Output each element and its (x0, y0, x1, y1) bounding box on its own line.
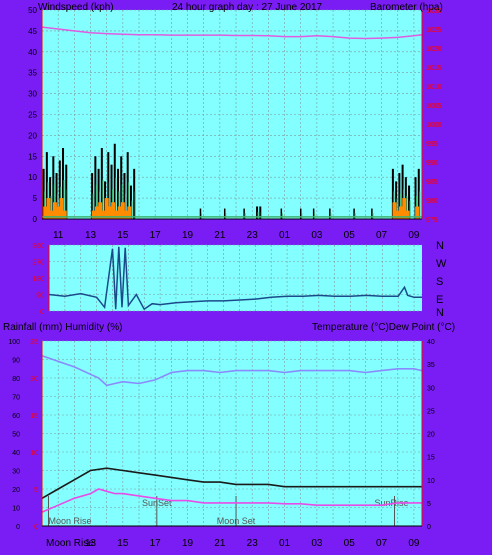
wind-time-tick-label: 19 (182, 230, 194, 241)
wind-time-tick-label: 09 (408, 230, 420, 241)
wind-left-tick-label: 25 (28, 111, 37, 120)
wind-left-tick-label: 35 (28, 69, 37, 78)
wind-time-tick-label: 01 (279, 230, 291, 241)
temp-time-tick-label: 01 (279, 538, 291, 549)
humidity-tick-label: 50 (12, 432, 20, 439)
barometer-right-tick-label: 1015 (426, 65, 442, 72)
wind-left-tick-label: 20 (28, 131, 37, 140)
wind-left-tick-label: 0 (33, 215, 38, 224)
weather-chart-svg: Moon RiseSunSetMoon SetSunRise 051015202… (0, 0, 492, 555)
wind-time-tick-label: 23 (247, 230, 259, 241)
temp-time-tick-label: 15 (117, 538, 129, 549)
temp-time-tick-label: 21 (214, 538, 226, 549)
wind-time-tick-label: 17 (150, 230, 162, 241)
humidity-tick-label: 30 (12, 469, 20, 476)
humidity-tick-label: 90 (12, 358, 20, 365)
rainfall-tick-label: 20 (30, 376, 38, 383)
wind-left-tick-label: 5 (33, 194, 38, 203)
temperature-tick-label: 20 (427, 432, 435, 439)
direction-tick-label: 180 (32, 276, 44, 283)
rainfall-tick-label: 25 (30, 339, 38, 346)
wind-time-tick-label: 11 (53, 230, 64, 241)
temperature-tick-label: 0 (427, 524, 431, 531)
wind-left-tick-label: 50 (28, 6, 37, 15)
direction-label-w: W (436, 258, 447, 270)
temp-time-tick-label: 05 (344, 538, 356, 549)
wind-left-tick-label: 15 (28, 152, 37, 161)
temp-time-tick-label: 03 (311, 538, 323, 549)
temperature-tick-label: 15 (427, 455, 435, 462)
direction-tick-label: 270 (32, 260, 44, 267)
wind-left-tick-label: 10 (28, 173, 37, 182)
temp-time-tick-label: 17 (150, 538, 162, 549)
rainfall-tick-label: 10 (30, 450, 38, 457)
moon-rise-axis-label: Moon Rise (46, 538, 94, 549)
wind-left-tick-label: 45 (28, 27, 37, 36)
direction-label-n-bottom: N (436, 307, 444, 319)
weather-graph-screen: Moon Rise SunSet Moon Set SunRise 0 5 10 15 20 2… (0, 0, 492, 555)
windspeed-axis-title: Windspeed (kph) (38, 2, 114, 13)
wind-left-tick-label: 40 (28, 48, 37, 57)
temperature-tick-label: 5 (427, 501, 431, 508)
rainfall-tick-label: 5 (34, 487, 38, 494)
direction-tick-label: 360 (32, 243, 44, 250)
humidity-tick-label: 80 (12, 376, 20, 383)
barometer-right-tick-label: 1025 (426, 27, 442, 34)
temp-time-tick-label: 07 (376, 538, 388, 549)
temp-time-tick-label: 09 (408, 538, 420, 549)
wind-left-tick-label: 30 (28, 90, 37, 99)
barometer-right-tick-label: 1010 (426, 84, 442, 91)
temp-time-tick-label: 19 (182, 538, 194, 549)
direction-label-n-top: N (436, 240, 444, 252)
graph-title: 24 hour graph day : 27 June 2017 (172, 2, 323, 13)
barometer-right-tick-label: 985 (426, 179, 438, 186)
temperature-tick-label: 40 (427, 339, 435, 346)
barometer-axis-title: Barometer (hpa) (370, 2, 443, 13)
wind-time-tick-label: 21 (214, 230, 226, 241)
temp-time-tick-label: 23 (247, 538, 259, 549)
barometer-right-tick-label: 980 (426, 198, 438, 205)
humidity-tick-label: 40 (12, 450, 20, 457)
temperature-tick-label: 25 (427, 408, 435, 415)
wind-time-tick-label: 15 (117, 230, 129, 241)
direction-label-e: E (436, 294, 443, 306)
wind-time-tick-label: 13 (85, 230, 97, 241)
humidity-tick-label: 60 (12, 413, 20, 420)
humidity-tick-label: 70 (12, 395, 20, 402)
temperature-tick-label: 30 (427, 385, 435, 392)
barometer-right-tick-label: 990 (426, 160, 438, 167)
temperature-tick-label: 10 (427, 478, 435, 485)
humidity-tick-label: 100 (8, 339, 20, 346)
humidity-tick-label: 0 (16, 524, 20, 531)
barometer-right-tick-label: 995 (426, 141, 438, 148)
sun-moon-label: Moon Rise (48, 516, 91, 526)
temperature-tick-label: 35 (427, 362, 435, 369)
humidity-tick-label: 20 (12, 487, 20, 494)
wind-time-tick-label: 03 (311, 230, 323, 241)
barometer-right-tick-label: 1005 (426, 103, 442, 110)
wind-time-tick-label: 05 (344, 230, 356, 241)
rainfall-tick-label: 0 (34, 524, 38, 531)
rainfall-tick-label: 15 (30, 413, 38, 420)
barometer-right-tick-label: 975 (426, 217, 438, 224)
wind-time-tick-label: 07 (376, 230, 388, 241)
barometer-right-tick-label: 1020 (426, 46, 442, 53)
direction-label-s: S (436, 276, 443, 288)
sun-moon-label: Moon Set (217, 516, 256, 526)
barometer-right-tick-label: 1000 (426, 122, 442, 129)
humidity-tick-label: 10 (12, 506, 20, 513)
wind-average-bar (62, 210, 67, 219)
wind-average-bar (405, 210, 410, 219)
direction-tick-label: 0 (40, 309, 44, 316)
rainfall-humidity-axis-title: Rainfall (mm) Humidity (%) (3, 322, 122, 333)
temperature-dewpoint-axis-title: Temperature (°C)Dew Point (°C) (312, 322, 455, 333)
direction-tick-label: 90 (36, 293, 44, 300)
